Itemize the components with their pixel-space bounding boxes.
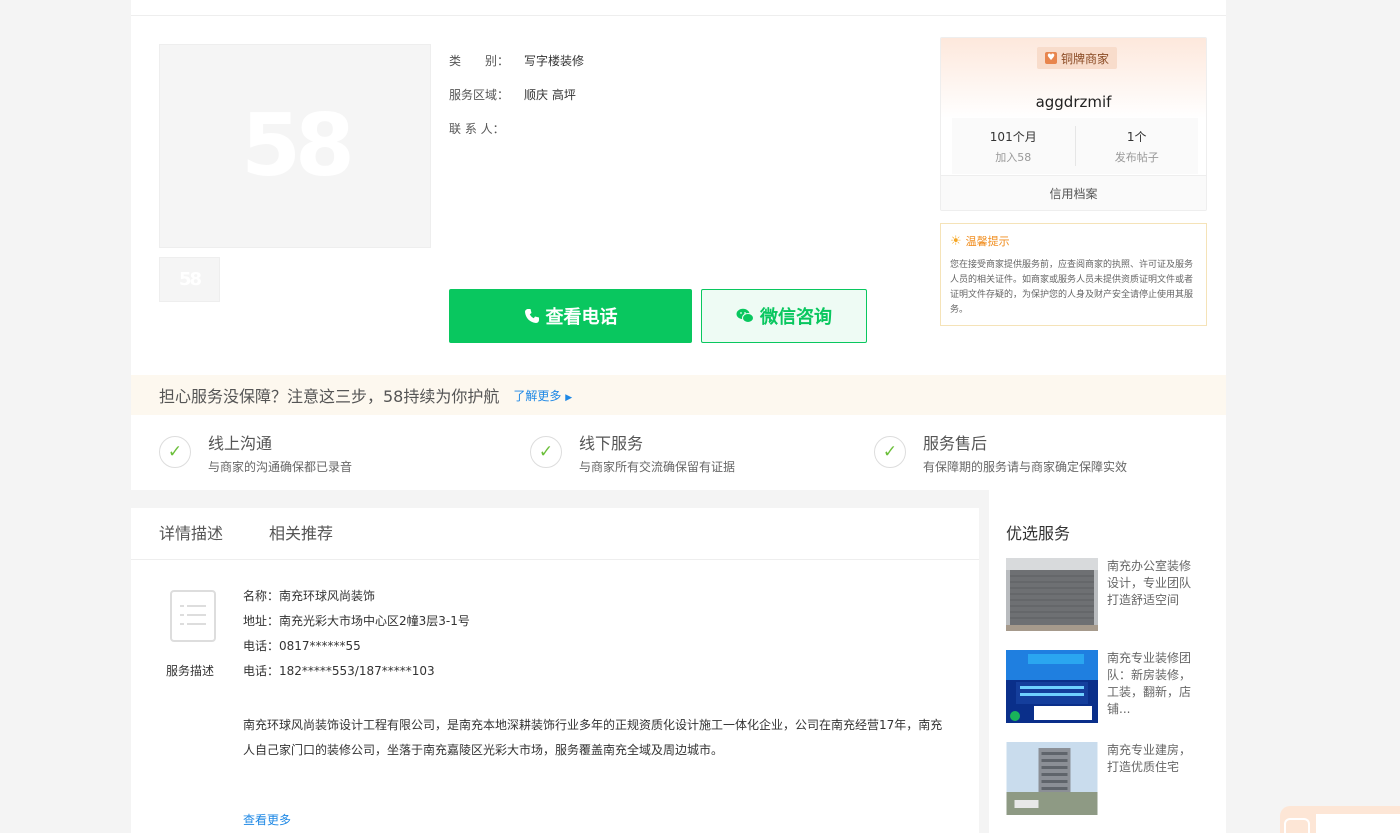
learn-more-label: 了解更多 [513, 388, 562, 403]
featured-service-item[interactable]: 南充办公室装修设计，专业团队打造舒适空间 [1006, 558, 1218, 633]
main-photo[interactable]: 58 [159, 44, 431, 248]
guarantee-steps: ✓ 线上沟通 与商家的沟通确保都已录音 ✓ 线下服务 与商家所有交流确保留有证据… [159, 430, 1219, 480]
detail-panel: 详情描述 相关推荐 服务描述 名称：南充环球风尚装饰 地址：南充光彩大市场中心区… [131, 508, 979, 833]
info-value: 顺庆 高坪 [524, 88, 576, 102]
featured-service-item[interactable]: 南充专业装修团队：新房装修，工装，翻新，店铺... [1006, 650, 1218, 725]
stat-post-count: 1个 发布帖子 [1074, 126, 1199, 166]
guarantee-banner: 担心服务没保障？注意这三步，58持续为你护航 了解更多 ▶ [131, 375, 1226, 415]
wechat-icon [736, 308, 754, 323]
office-shutter-photo [1006, 558, 1098, 631]
featured-services-title: 优选服务 [1006, 524, 1071, 543]
step-subtitle: 与商家的沟通确保都已录音 [208, 460, 353, 474]
step-title: 线下服务 [579, 434, 644, 453]
wechat-consult-label: 微信咨询 [760, 307, 832, 328]
chat-icon [1284, 818, 1310, 833]
info-row-category: 类 别： 写字楼装修 [449, 52, 584, 86]
info-value: 写字楼装修 [524, 54, 585, 68]
floating-chat-widget[interactable] [1280, 806, 1400, 833]
guarantee-step-offline: ✓ 线下服务 与商家所有交流确保留有证据 [530, 430, 735, 475]
detail-tabs: 详情描述 相关推荐 [131, 508, 979, 560]
contact-details: 名称：南充环球风尚装饰 地址：南充光彩大市场中心区2幢3层3-1号 电话：081… [243, 586, 470, 686]
step-title: 线上沟通 [208, 434, 273, 453]
view-phone-label: 查看电话 [545, 307, 618, 328]
sun-icon: ☀ [950, 233, 962, 249]
stat-value: 101个月 [989, 130, 1037, 144]
phone-icon [524, 309, 539, 323]
tab-description[interactable]: 详情描述 [159, 508, 223, 559]
58-logo-small: 58 [178, 269, 202, 290]
info-key: 类 别： [449, 54, 510, 68]
tips-text: 您在接受商家提供服务前，应查阅商家的执照、许可证及服务人员的相关证件。如商家或服… [950, 260, 1194, 315]
learn-more-link[interactable]: 了解更多 ▶ [513, 387, 572, 404]
step-subtitle: 与商家所有交流确保留有证据 [579, 460, 736, 474]
service-info-panel: 58 58 类 别： 写字楼装修 服务区域： 顺庆 高坪 联 系 人： 查看电话… [131, 0, 1226, 490]
medal-icon: ♥ [1045, 52, 1057, 64]
guarantee-step-online: ✓ 线上沟通 与商家的沟通确保都已录音 [159, 430, 352, 475]
featured-service-text: 南充办公室装修设计，专业团队打造舒适空间 [1107, 559, 1192, 607]
guarantee-step-aftersale: ✓ 服务售后 有保障期的服务请与商家确定保障实效 [874, 430, 1127, 475]
step-subtitle: 有保障期的服务请与商家确定保障实效 [923, 460, 1128, 474]
featured-service-item[interactable]: 南充专业建房，打造优质住宅 [1006, 742, 1218, 817]
document-icon [170, 590, 216, 642]
merchant-stats: 101个月 加入58 1个 发布帖子 [952, 118, 1198, 174]
stat-join-duration: 101个月 加入58 [952, 118, 1075, 174]
info-row-area: 服务区域： 顺庆 高坪 [449, 86, 584, 120]
company-description: 南充环球风尚装饰设计工程有限公司，是南充本地深耕装饰行业多年的正规资质化设计施工… [243, 718, 943, 757]
merchant-card: ♥ 铜牌商家 aggdrzmif 101个月 加入58 1个 发布帖子 信用档案 [940, 37, 1207, 211]
decoration-team-poster [1006, 650, 1098, 723]
badge-label: 铜牌商家 [1061, 51, 1110, 66]
caret-right-icon: ▶ [565, 392, 573, 403]
tips-title-text: 温馨提示 [965, 235, 1010, 248]
step-title: 服务售后 [923, 434, 988, 453]
floating-widget-body [1316, 814, 1400, 833]
service-description-label: 服务描述 [166, 664, 215, 678]
stat-value: 1个 [1126, 130, 1147, 144]
detail-line-name: 名称：南充环球风尚装饰 [243, 589, 376, 603]
credit-record-link[interactable]: 信用档案 [941, 175, 1206, 210]
tips-title: ☀ 温馨提示 [950, 233, 1197, 249]
view-phone-button[interactable]: 查看电话 [449, 289, 692, 343]
check-icon: ✓ [530, 436, 562, 468]
wechat-consult-button[interactable]: 微信咨询 [701, 289, 867, 343]
detail-line-address: 地址：南充光彩大市场中心区2幢3层3-1号 [243, 614, 470, 628]
featured-service-text: 南充专业装修团队：新房装修，工装，翻新，店铺... [1107, 651, 1192, 716]
58-logo: 58 [241, 96, 355, 196]
info-key: 服务区域： [449, 88, 510, 102]
detail-line-mobile: 电话：182*****553/187*****103 [243, 664, 435, 678]
view-more-link[interactable]: 查看更多 [243, 811, 291, 828]
top-divider [131, 0, 1226, 16]
check-icon: ✓ [874, 436, 906, 468]
stat-label: 加入58 [995, 151, 1032, 164]
featured-services: 优选服务 南充办公室装修设计，专业团队打造舒适空间 南充专业装修团队：新房装修，… [989, 490, 1226, 833]
detail-line-phone: 电话：0817******55 [243, 639, 361, 653]
building-photo [1006, 742, 1098, 815]
photo-thumbnail[interactable]: 58 [159, 257, 220, 302]
stat-label: 发布帖子 [1114, 151, 1159, 164]
merchant-level-badge: ♥ 铜牌商家 [1037, 47, 1118, 69]
featured-service-text: 南充专业建房，打造优质住宅 [1107, 743, 1192, 774]
warm-tips-box: ☀ 温馨提示 您在接受商家提供服务前，应查阅商家的执照、许可证及服务人员的相关证… [940, 223, 1207, 326]
info-row-contact: 联 系 人： [449, 120, 584, 154]
check-icon: ✓ [159, 436, 191, 468]
tab-recommendations[interactable]: 相关推荐 [269, 508, 333, 559]
merchant-name: aggdrzmif [1035, 93, 1112, 111]
service-info: 类 别： 写字楼装修 服务区域： 顺庆 高坪 联 系 人： [449, 52, 584, 154]
info-key: 联 系 人： [449, 122, 505, 136]
guarantee-title: 担心服务没保障？注意这三步，58持续为你护航 [159, 387, 500, 406]
